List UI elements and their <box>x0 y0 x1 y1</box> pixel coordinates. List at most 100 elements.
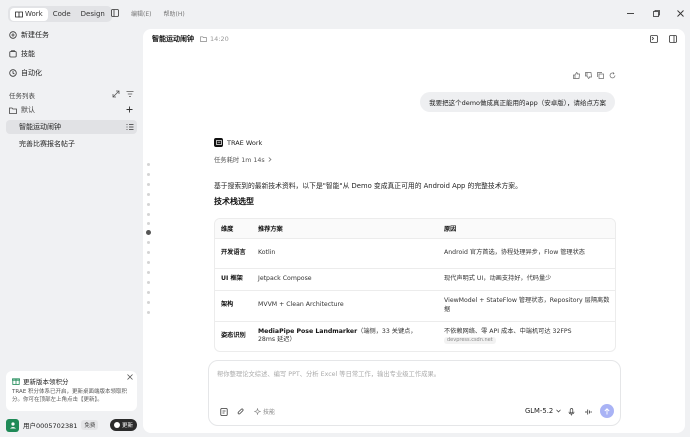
model-name: GLM-5.2 <box>525 407 554 415</box>
table-header-row: 维度 推荐方案 原因 <box>215 219 615 238</box>
source-tag[interactable]: devpress.csdn.net <box>444 337 496 344</box>
close-window-icon[interactable] <box>675 8 685 18</box>
scroll-marker[interactable] <box>147 281 150 284</box>
menu-edit[interactable]: 编辑(E) <box>131 9 151 18</box>
scroll-marker[interactable] <box>147 183 150 186</box>
model-selector[interactable]: GLM-5.2 <box>525 407 561 415</box>
composer-input[interactable]: 帮你整理论文综述、编写 PPT、分析 Excel 等日常工作，输出专业级工作成果… <box>217 369 612 378</box>
table-cell: UI 框架 <box>215 267 252 290</box>
update-card-body: TRAE 积分体系已开启，更新桌面端版本领取积分。你可在顶部左上角点击【更新】。 <box>12 389 127 403</box>
table-cell: 现代声明式 UI，动画支持好，代码量少 <box>438 267 615 290</box>
collapse-icon[interactable] <box>112 90 120 98</box>
thumbs-up-icon[interactable] <box>573 72 580 79</box>
retry-icon[interactable] <box>609 72 616 79</box>
scroll-marker[interactable] <box>147 163 150 166</box>
scroll-marker[interactable] <box>147 203 150 206</box>
avatar[interactable] <box>6 418 19 432</box>
table-row: 架构 MVVM + Clean Architecture ViewModel +… <box>215 289 615 321</box>
voice-wave-icon[interactable] <box>585 408 593 416</box>
table-cell: 架构 <box>215 289 252 321</box>
page-title: 智能运动闹钟 <box>152 35 194 43</box>
menu-help[interactable]: 帮助(H) <box>163 9 184 18</box>
scroll-marker[interactable] <box>147 291 150 294</box>
sidebar-item-skills[interactable]: 技能 <box>9 47 35 61</box>
toggle-icon <box>113 422 120 428</box>
sidebar-label: 技能 <box>21 50 35 58</box>
mode-design-label: Design <box>80 10 105 18</box>
mode-work-button[interactable]: Work <box>10 7 48 21</box>
scroll-marker-current[interactable] <box>146 230 151 235</box>
task-item-sport-alarm[interactable]: 智能运动闹钟 <box>6 120 137 134</box>
folder-default[interactable]: 默认 <box>9 103 35 117</box>
scroll-marker[interactable] <box>147 311 150 314</box>
table-cell: MVVM + Clean Architecture <box>252 289 438 321</box>
scroll-marker[interactable] <box>147 213 150 216</box>
sidebar-label: 自动化 <box>21 69 42 77</box>
microphone-icon[interactable] <box>568 408 575 416</box>
mode-work-label: Work <box>25 10 43 18</box>
tech-stack-table: 维度 推荐方案 原因 开发语言 Kotlin Android 官方首选，协程处理… <box>214 218 616 352</box>
table-header: 推荐方案 <box>252 219 438 238</box>
table-row: 姿态识别 MediaPipe Pose Landmarker（端侧，33 关键点… <box>215 320 615 351</box>
update-button-label: 更新 <box>121 423 133 429</box>
trae-logo-icon <box>214 138 223 147</box>
paperclip-icon[interactable] <box>237 408 245 416</box>
scroll-marker[interactable] <box>147 241 150 244</box>
table-header: 维度 <box>215 219 252 238</box>
mode-switcher: Work Code Design <box>8 6 112 22</box>
preview-icon[interactable] <box>650 35 658 43</box>
scroll-marker[interactable] <box>147 261 150 264</box>
mode-code-button[interactable]: Code <box>48 8 76 21</box>
add-task-icon[interactable] <box>126 106 133 113</box>
attach-file-icon[interactable] <box>220 408 228 416</box>
folder-icon <box>9 107 17 114</box>
chevron-down-icon <box>556 409 561 413</box>
close-icon[interactable] <box>127 374 133 380</box>
menu-bar: 编辑(E) 帮助(H) <box>131 9 185 18</box>
scroll-marker[interactable] <box>147 222 150 225</box>
minimize-icon[interactable] <box>625 8 635 18</box>
skills-button[interactable]: 技能 <box>254 407 275 416</box>
filter-icon[interactable] <box>126 90 134 98</box>
copy-icon[interactable] <box>597 72 604 79</box>
update-card-title: 更新版本领积分 <box>23 378 69 386</box>
scroll-marker[interactable] <box>147 271 150 274</box>
user-bar: 用户0005702381 免费 更新 <box>6 417 137 433</box>
table-row: 开发语言 Kotlin Android 官方首选，协程处理异步，Flow 管理状… <box>215 237 615 268</box>
restore-icon[interactable] <box>651 8 661 18</box>
folder-label: 默认 <box>21 106 35 114</box>
update-button[interactable]: 更新 <box>109 419 137 431</box>
plan-badge: 免费 <box>81 420 99 430</box>
send-button[interactable] <box>600 404 614 418</box>
title-bar: Work Code Design 编辑(E) 帮助(H) <box>0 0 690 27</box>
skills-label: 技能 <box>263 409 276 416</box>
table-cell: Kotlin <box>252 237 438 268</box>
sidebar-item-automation[interactable]: 自动化 <box>9 66 42 80</box>
table-cell: Jetpack Compose <box>252 267 438 290</box>
scroll-marker[interactable] <box>147 173 150 176</box>
table-cell: 开发语言 <box>215 237 252 268</box>
task-item-contest-post[interactable]: 完善比赛报名帖子 <box>6 137 137 151</box>
task-menu-icon[interactable] <box>126 123 134 131</box>
automation-icon <box>9 69 17 77</box>
task-time-toggle[interactable]: 任务耗时 1m 14s <box>214 155 272 164</box>
sparkle-icon <box>254 408 261 415</box>
agent-name: TRAE Work <box>227 138 263 147</box>
scroll-marker[interactable] <box>147 193 150 196</box>
task-label: 智能运动闹钟 <box>19 123 61 131</box>
panel-icon[interactable] <box>669 35 677 43</box>
table-cell: ViewModel + StateFlow 管理状态，Repository 层隔… <box>438 289 615 321</box>
response-intro: 基于搜索到的最新技术资料，以下是"智能"从 Demo 变成真正可用的 Andro… <box>214 182 522 190</box>
toggle-sidebar-icon[interactable] <box>111 9 119 17</box>
folder-icon <box>200 36 207 42</box>
table-cell: 姿态识别 <box>215 320 252 351</box>
scroll-marker[interactable] <box>147 251 150 254</box>
thumbs-down-icon[interactable] <box>585 72 592 79</box>
scroll-marker[interactable] <box>147 301 150 304</box>
mode-design-button[interactable]: Design <box>76 8 110 21</box>
skills-icon <box>9 50 17 58</box>
table-cell: 不依赖网络、零 API 成本、中端机可达 32FPS devpress.csdn.… <box>438 320 615 351</box>
table-row: UI 框架 Jetpack Compose 现代声明式 UI，动画支持好，代码量… <box>215 267 615 290</box>
sidebar-item-new-task[interactable]: 新建任务 <box>9 28 49 42</box>
task-list-title: 任务列表 <box>9 92 35 100</box>
